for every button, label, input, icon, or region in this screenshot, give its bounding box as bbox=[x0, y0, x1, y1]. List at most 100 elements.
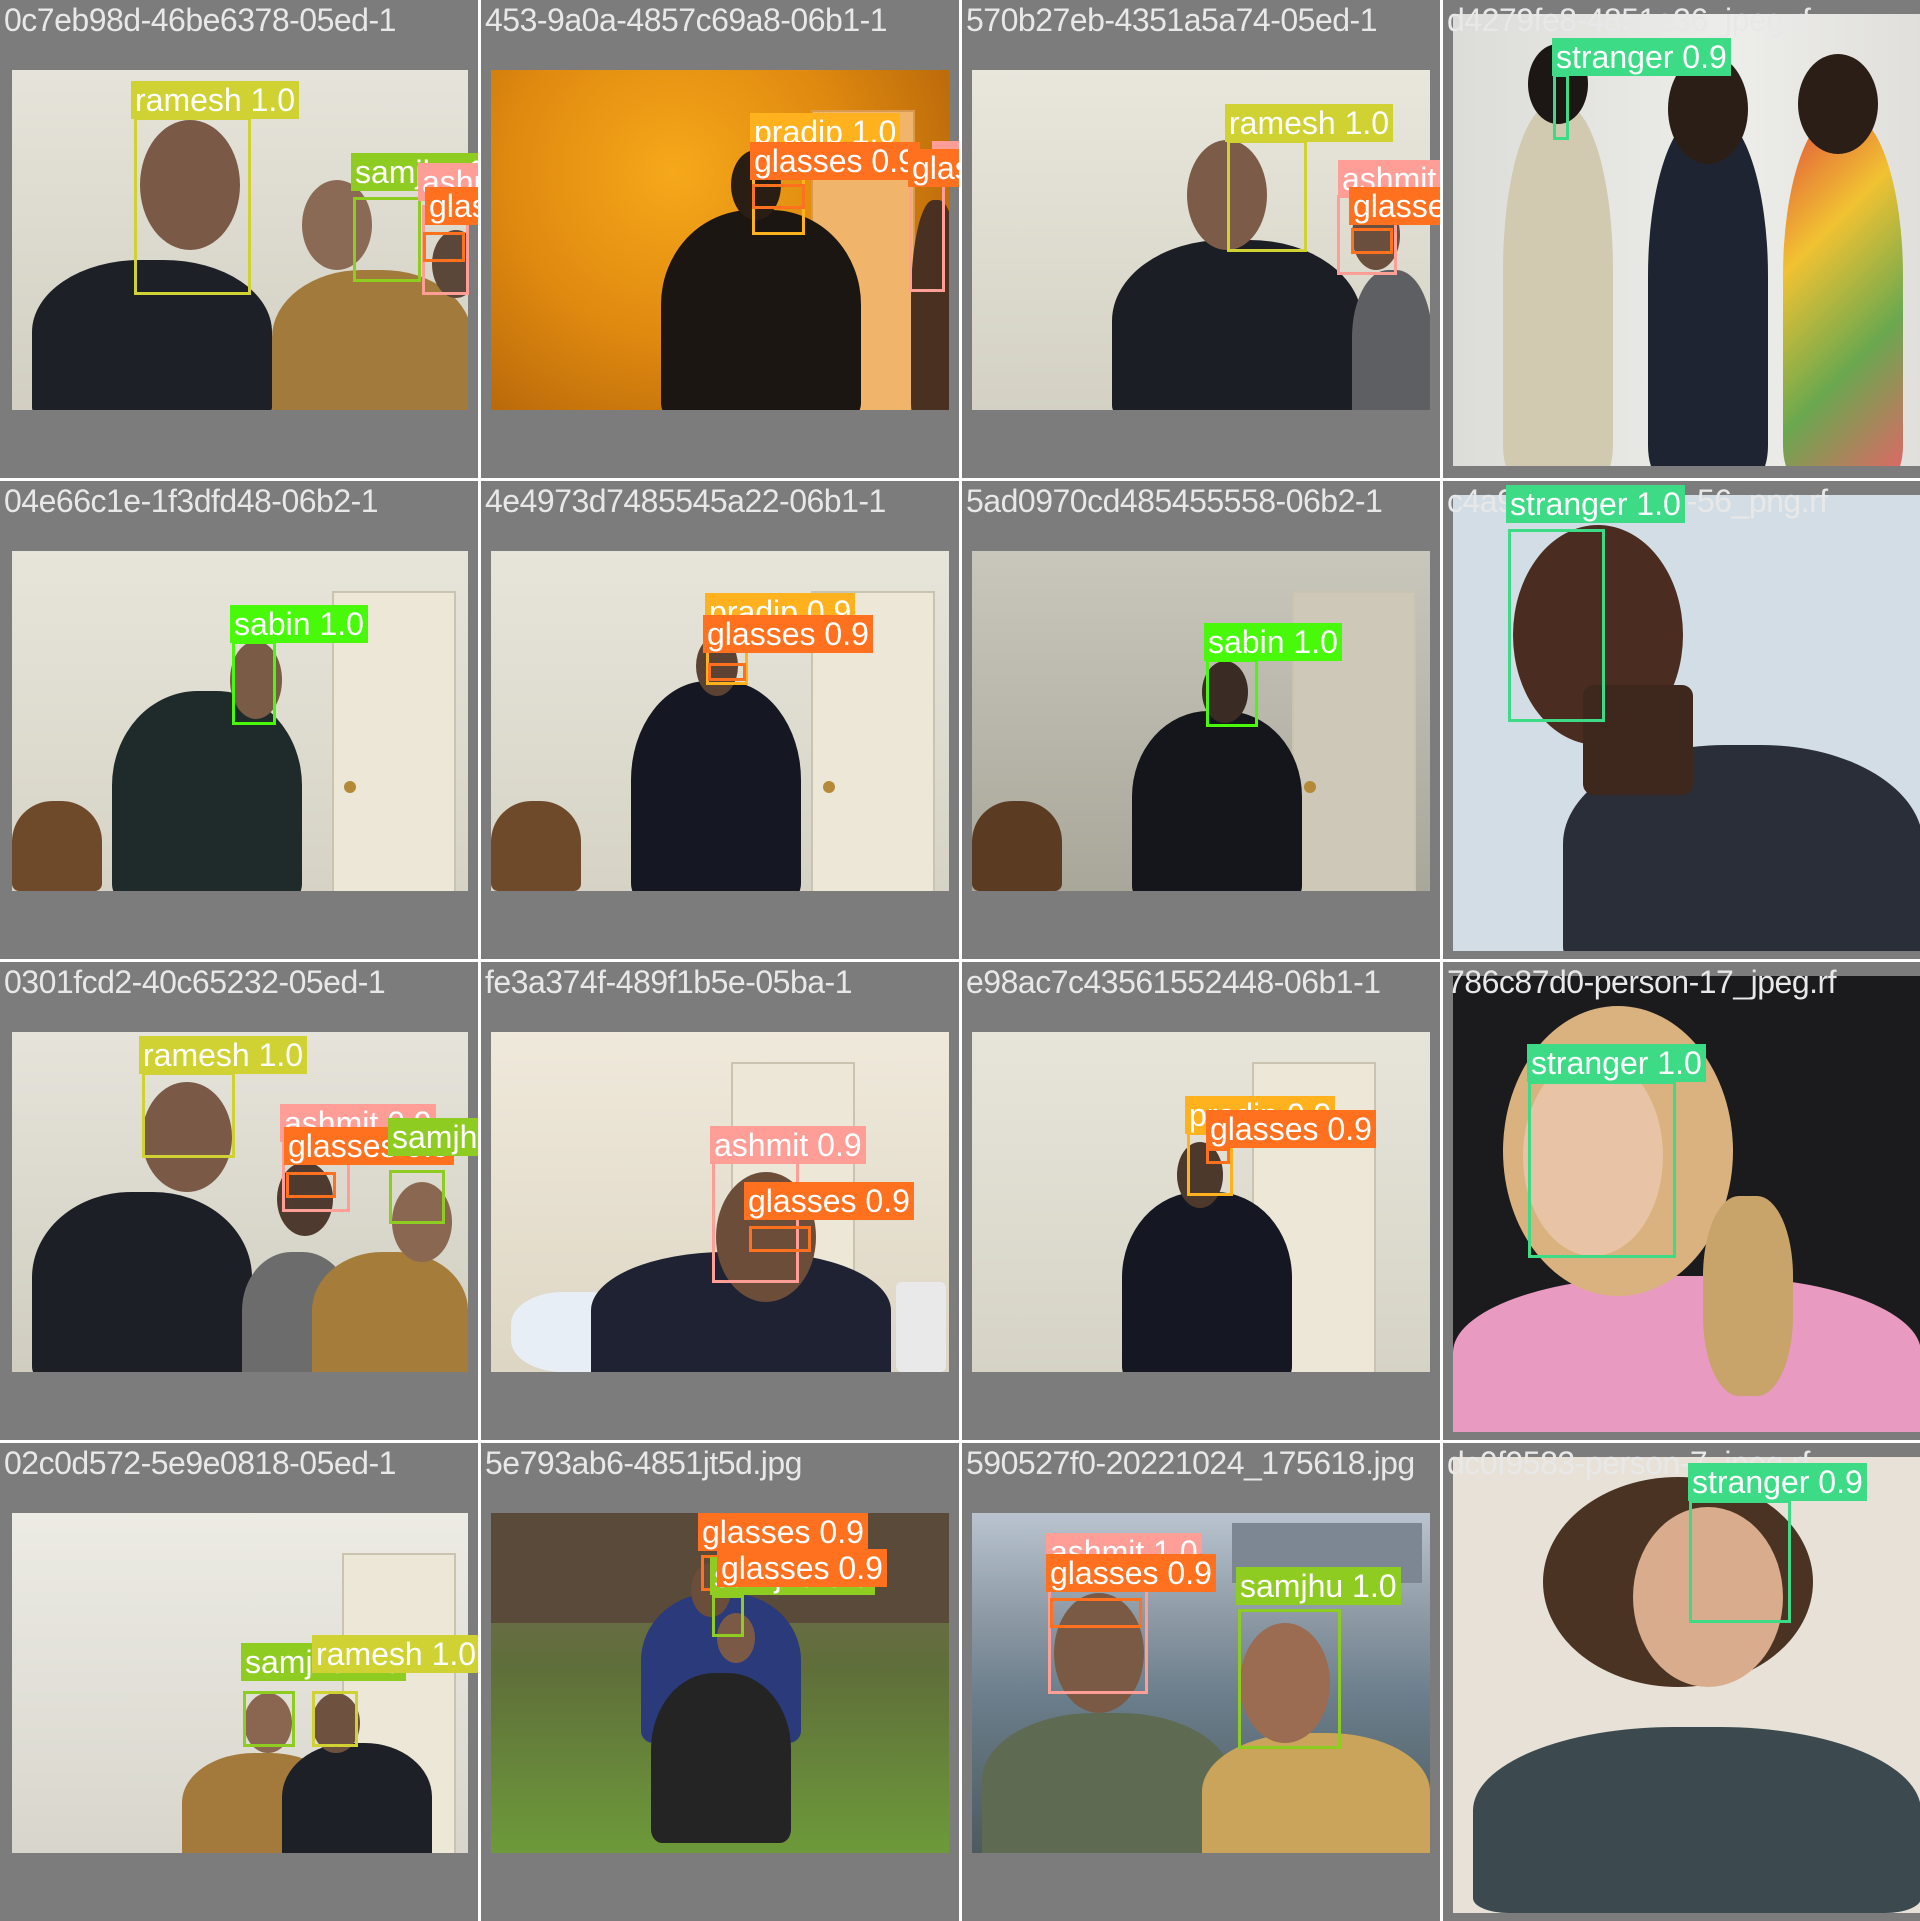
filename: 04e66c1e-1f3dfd48-06b2-1 bbox=[4, 483, 379, 519]
label-ramesh: ramesh 1.0 bbox=[131, 81, 300, 119]
bbox-stranger bbox=[1528, 1081, 1676, 1258]
filename: fe3a374f-489f1b5e-05ba-1 bbox=[485, 964, 852, 1000]
label-glasses: glasses 0.9 bbox=[750, 142, 920, 180]
bbox-glasses bbox=[1351, 228, 1393, 254]
filename: 02c0d572-5e9e0818-05ed-1 bbox=[4, 1445, 396, 1481]
tile: 590527f0-20221024_175618.jpg ashmit 1.0 … bbox=[962, 1443, 1440, 1921]
tile: 0c7eb98d-46be6378-05ed-1 ramesh 1.0 samj… bbox=[0, 0, 478, 478]
ponytail bbox=[1703, 1196, 1793, 1396]
label-glasses: glasses 0.9 bbox=[1206, 1110, 1376, 1148]
person bbox=[1503, 104, 1613, 466]
bbox-samjhu bbox=[243, 1691, 295, 1747]
label-stranger: stranger 0.9 bbox=[1688, 1463, 1867, 1501]
bbox-sabin bbox=[1206, 659, 1258, 727]
tile: 570b27eb-4351a5a74-05ed-1 ramesh 1.0 ash… bbox=[962, 0, 1440, 478]
label-stranger: stranger 1.0 bbox=[1527, 1044, 1706, 1082]
person bbox=[312, 1252, 468, 1372]
bbox-glasses bbox=[1206, 1148, 1230, 1164]
photo bbox=[1453, 14, 1920, 466]
bbox-ramesh bbox=[312, 1691, 358, 1747]
door-knob bbox=[823, 781, 835, 793]
bbox-glasses bbox=[1050, 1598, 1142, 1628]
filename: 570b27eb-4351a5a74-05ed-1 bbox=[966, 2, 1378, 38]
heater bbox=[896, 1282, 946, 1372]
label-glasses: glasses 0.9 bbox=[703, 615, 873, 653]
filename: 0c7eb98d-46be6378-05ed-1 bbox=[4, 2, 396, 38]
label-sabin: sabin 1.0 bbox=[230, 605, 368, 643]
photo bbox=[972, 1032, 1430, 1372]
bbox-glasses bbox=[423, 232, 465, 262]
filename: 0301fcd2-40c65232-05ed-1 bbox=[4, 964, 386, 1000]
label-ramesh: ramesh 1.0 bbox=[1225, 104, 1394, 142]
photo bbox=[972, 551, 1430, 891]
bbox-glasses bbox=[708, 663, 746, 681]
label-glasses: glasses 0.9 bbox=[717, 1549, 887, 1587]
tile: fe3a374f-489f1b5e-05ba-1 ashmit 0.9 glas… bbox=[481, 962, 959, 1440]
person bbox=[1202, 1733, 1430, 1853]
bbox-ramesh bbox=[134, 117, 251, 295]
chair bbox=[12, 801, 102, 891]
tile: 5ad0970cd485455558-06b2-1 sabin 1.0 bbox=[962, 481, 1440, 959]
filename: d4279fe8-4851e36_jpeg.rf bbox=[1447, 2, 1811, 38]
tile: 02c0d572-5e9e0818-05ed-1 samjhu 1.0 rame… bbox=[0, 1443, 478, 1921]
person bbox=[282, 1743, 432, 1853]
person bbox=[661, 210, 861, 410]
tile: 453-9a0a-4857c69a8-06b1-1 pradip 1.0 gla… bbox=[481, 0, 959, 478]
chair bbox=[491, 801, 581, 891]
person bbox=[982, 1713, 1232, 1853]
photo bbox=[12, 1513, 468, 1853]
filename: 5e793ab6-4851jt5d.jpg bbox=[485, 1445, 802, 1481]
label-ramesh: ramesh 1.0 bbox=[139, 1036, 308, 1074]
bbox-glasses bbox=[749, 1226, 811, 1252]
bbox-samjhu bbox=[353, 197, 421, 282]
bbox-glasses bbox=[752, 184, 805, 209]
filename: 590527f0-20221024_175618.jpg bbox=[966, 1445, 1415, 1481]
tile: 5e793ab6-4851jt5d.jpg glasses 0.9 samjhu… bbox=[481, 1443, 959, 1921]
door-knob bbox=[1304, 781, 1316, 793]
label-glasses: glasses 0.9 bbox=[744, 1182, 914, 1220]
tile: d4279fe8-4851e36_jpeg.rf stranger 0.9 bbox=[1443, 0, 1920, 478]
label-glasses: glasses 0.9 bbox=[1349, 187, 1440, 225]
label-glasses: glasses 0.9 bbox=[1046, 1554, 1216, 1592]
person-head bbox=[1798, 54, 1878, 154]
bbox-stranger bbox=[1689, 1500, 1791, 1623]
label-samjhu: samjhu 1.0 bbox=[388, 1118, 478, 1156]
tile: 4e4973d7485545a22-06b1-1 pradip 0.9 glas… bbox=[481, 481, 959, 959]
person bbox=[1112, 240, 1362, 410]
bbox-ashmit bbox=[909, 180, 945, 292]
bbox-stranger bbox=[1508, 529, 1605, 722]
tile: e98ac7c43561552448-06b1-1 pradip 0.9 gla… bbox=[962, 962, 1440, 1440]
person bbox=[1473, 1727, 1920, 1913]
chair bbox=[972, 801, 1062, 891]
label-ramesh: ramesh 1.0 bbox=[312, 1635, 478, 1673]
person bbox=[1352, 270, 1430, 410]
prediction-grid: 0c7eb98d-46be6378-05ed-1 ramesh 1.0 samj… bbox=[0, 0, 1920, 1921]
bbox-samjhu bbox=[389, 1170, 445, 1224]
photo bbox=[1453, 1457, 1920, 1913]
label-samjhu: samjhu 1.0 bbox=[1236, 1567, 1401, 1605]
filename: 4e4973d7485545a22-06b1-1 bbox=[485, 483, 886, 519]
bbox-ashmit bbox=[712, 1160, 799, 1283]
bbox-stranger bbox=[1553, 74, 1569, 140]
tile: 0301fcd2-40c65232-05ed-1 ramesh 1.0 ashm… bbox=[0, 962, 478, 1440]
filename: 5ad0970cd485455558-06b2-1 bbox=[966, 483, 1383, 519]
bbox-sabin bbox=[232, 641, 276, 725]
label-stranger: stranger 1.0 bbox=[1506, 485, 1685, 523]
person bbox=[1132, 711, 1302, 891]
filename: e98ac7c43561552448-06b1-1 bbox=[966, 964, 1381, 1000]
bbox-ramesh bbox=[1227, 140, 1307, 252]
bbox-samjhu bbox=[712, 1595, 744, 1637]
bbox-glasses bbox=[286, 1172, 336, 1198]
label-ashmit: ashmit 0.9 bbox=[710, 1126, 866, 1164]
tile: dc0f9583-person-7_jpeg.rf stranger 0.9 bbox=[1443, 1443, 1920, 1921]
person bbox=[1648, 114, 1768, 466]
label-stranger: stranger 0.9 bbox=[1552, 38, 1731, 76]
person bbox=[651, 1673, 791, 1843]
label-glasses: glasses 0.9 bbox=[425, 187, 478, 225]
filename: 786c87d0-person-17_jpeg.rf bbox=[1447, 964, 1837, 1000]
tile: 04e66c1e-1f3dfd48-06b2-1 sabin 1.0 bbox=[0, 481, 478, 959]
label-glasses: glasses 0.9 bbox=[698, 1513, 868, 1551]
bbox-samjhu bbox=[1238, 1609, 1341, 1749]
tile: 786c87d0-person-17_jpeg.rf stranger 1.0 bbox=[1443, 962, 1920, 1440]
person bbox=[32, 1192, 252, 1372]
